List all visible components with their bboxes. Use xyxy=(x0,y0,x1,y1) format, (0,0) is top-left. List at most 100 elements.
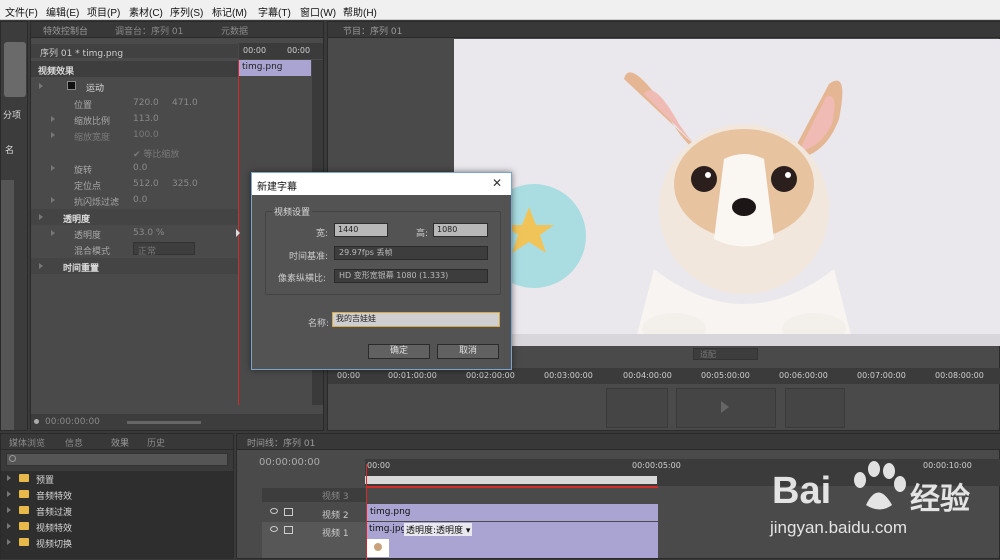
expand-triangle-icon[interactable] xyxy=(7,491,11,497)
expand-triangle-icon[interactable] xyxy=(7,539,11,545)
folder-item-audio-effects[interactable]: 音频特效 xyxy=(1,487,233,502)
ec-footer-timecode: 00:00:00:00 xyxy=(45,417,100,427)
expand-triangle-icon[interactable] xyxy=(51,197,55,203)
menu-file[interactable]: 文件(F) xyxy=(5,4,38,19)
program-ruler: 00:00 00:01:00:00 00:02:00:00 00:03:00:0… xyxy=(328,368,1000,384)
tab-history[interactable]: 历史 xyxy=(147,436,165,449)
opacity-value[interactable]: 53.0 % xyxy=(133,228,164,238)
expand-triangle-icon[interactable] xyxy=(51,230,55,236)
program-ruler-tick: 00:02:00:00 xyxy=(466,371,515,380)
program-ruler-tick: 00:07:00:00 xyxy=(857,371,906,380)
tab-metadata[interactable]: 元数据 xyxy=(221,24,248,37)
timebase-select[interactable]: 29.97fps 丢帧 xyxy=(334,246,488,260)
position-row: 位置 720.0 471.0 xyxy=(31,95,238,111)
program-ruler-tick: 00:03:00:00 xyxy=(544,371,593,380)
folder-label: 音频过渡 xyxy=(36,508,73,518)
motion-row[interactable]: 运动 xyxy=(31,78,238,94)
keyframe-nav-icon[interactable] xyxy=(236,229,240,237)
par-select[interactable]: HD 变形宽银幕 1080 (1.333) xyxy=(334,269,488,283)
sequence-clip-name: 序列 01 * timg.png xyxy=(40,49,124,59)
track-label: 视频 1 xyxy=(322,529,349,539)
ec-zoom-slider[interactable] xyxy=(127,421,201,424)
menu-project[interactable]: 项目(P) xyxy=(87,4,120,19)
expand-triangle-icon[interactable] xyxy=(39,83,43,89)
opacity-row: 透明度 53.0 % xyxy=(31,225,240,241)
clip-timg-jpg[interactable]: timg.jpg 透明度:透明度 ▾ xyxy=(367,522,658,558)
anchor-y[interactable]: 325.0 xyxy=(172,179,198,189)
play-icon[interactable] xyxy=(721,401,729,413)
rotation-row: 旋转 0.0 xyxy=(31,160,238,176)
folder-icon xyxy=(19,474,29,482)
name-field[interactable]: 我的吉娃娃 xyxy=(332,312,500,327)
tab-media-browser[interactable]: 媒体浏览 xyxy=(9,436,45,449)
height-field[interactable]: 1080 xyxy=(433,223,488,237)
cancel-button[interactable]: 取消 xyxy=(437,344,499,359)
clip-timg-png[interactable]: timg.png xyxy=(367,504,658,521)
anchor-label: 定位点 xyxy=(74,182,102,192)
folder-icon xyxy=(19,490,29,498)
project-panel-strip: 分项 名 xyxy=(0,21,28,431)
lock-icon[interactable] xyxy=(284,508,293,516)
tab-program[interactable]: 节目：序列 01 xyxy=(343,24,402,37)
eye-icon[interactable] xyxy=(270,526,278,532)
tab-timeline[interactable]: 时间线：序列 01 xyxy=(247,436,315,449)
transport-right-group[interactable] xyxy=(785,388,845,428)
fit-dropdown[interactable]: 适配 xyxy=(693,348,758,360)
time-remap-row[interactable]: 时间重置 xyxy=(31,258,238,274)
expand-triangle-icon[interactable] xyxy=(51,116,55,122)
menu-help[interactable]: 帮助(H) xyxy=(343,4,377,19)
render-bar xyxy=(366,486,658,488)
ec-clip-bar[interactable]: timg.png xyxy=(239,60,311,76)
scale-width-value[interactable]: 100.0 xyxy=(133,130,159,140)
folder-item-presets[interactable]: 预置 xyxy=(1,471,233,486)
menu-clip[interactable]: 素材(C) xyxy=(129,4,163,19)
opacity-section-row[interactable]: 透明度 xyxy=(31,209,238,225)
tab-audio-mixer[interactable]: 调音台：序列 01 xyxy=(115,24,183,37)
uniform-scale-row[interactable]: ✔ 等比缩放 xyxy=(31,144,238,160)
clip-fx-dropdown[interactable]: 透明度:透明度 ▾ xyxy=(404,523,473,536)
folder-item-video-effects[interactable]: 视频特效 xyxy=(1,519,233,534)
expand-triangle-icon[interactable] xyxy=(51,132,55,138)
anchor-x[interactable]: 512.0 xyxy=(133,179,159,189)
width-field[interactable]: 1440 xyxy=(334,223,388,237)
track-header-v2: 视频 2 xyxy=(262,504,366,522)
transport-play-group[interactable] xyxy=(676,388,776,428)
position-y[interactable]: 471.0 xyxy=(172,98,198,108)
folder-item-video-transitions[interactable]: 视频切换 xyxy=(1,535,233,550)
lock-icon[interactable] xyxy=(284,526,293,534)
scale-value[interactable]: 113.0 xyxy=(133,114,159,124)
menu-window[interactable]: 窗口(W) xyxy=(300,4,336,19)
project-label-category: 分项 xyxy=(3,111,22,121)
par-label: 像素纵横比: xyxy=(278,274,327,284)
rotation-value[interactable]: 0.0 xyxy=(133,163,147,173)
uniform-scale-checkbox[interactable]: ✔ 等比缩放 xyxy=(133,147,179,160)
expand-triangle-icon[interactable] xyxy=(7,507,11,513)
blend-mode-select[interactable]: 正常 xyxy=(133,242,195,257)
tab-info[interactable]: 信息 xyxy=(65,436,83,449)
menu-marker[interactable]: 标记(M) xyxy=(212,4,247,19)
tab-effects[interactable]: 效果 xyxy=(111,436,129,449)
track-label: 视频 3 xyxy=(322,492,349,502)
work-area-bar[interactable] xyxy=(365,476,657,484)
position-x[interactable]: 720.0 xyxy=(133,98,159,108)
timeline-timecode[interactable]: 00:00:00:00 xyxy=(259,457,320,468)
ok-button[interactable]: 确定 xyxy=(368,344,430,359)
effects-search-input[interactable] xyxy=(6,453,228,466)
transport-left-group[interactable] xyxy=(606,388,668,428)
menu-edit[interactable]: 编辑(E) xyxy=(46,4,79,19)
clip-thumbnail xyxy=(367,539,389,557)
expand-triangle-icon[interactable] xyxy=(39,263,43,269)
close-icon[interactable]: ✕ xyxy=(492,176,502,190)
eye-icon[interactable] xyxy=(270,508,278,514)
tab-effect-controls[interactable]: 特效控制台 xyxy=(43,24,88,37)
expand-triangle-icon[interactable] xyxy=(39,214,43,220)
expand-triangle-icon[interactable] xyxy=(51,165,55,171)
expand-triangle-icon[interactable] xyxy=(7,523,11,529)
folder-item-audio-transitions[interactable]: 音频过渡 xyxy=(1,503,233,518)
expand-triangle-icon[interactable] xyxy=(7,475,11,481)
ec-footer: 00:00:00:00 xyxy=(31,414,323,430)
antiflicker-value[interactable]: 0.0 xyxy=(133,195,147,205)
menu-title[interactable]: 字幕(T) xyxy=(258,4,291,19)
program-ruler-tick: 00:01:00:00 xyxy=(388,371,437,380)
menu-sequence[interactable]: 序列(S) xyxy=(170,4,203,19)
